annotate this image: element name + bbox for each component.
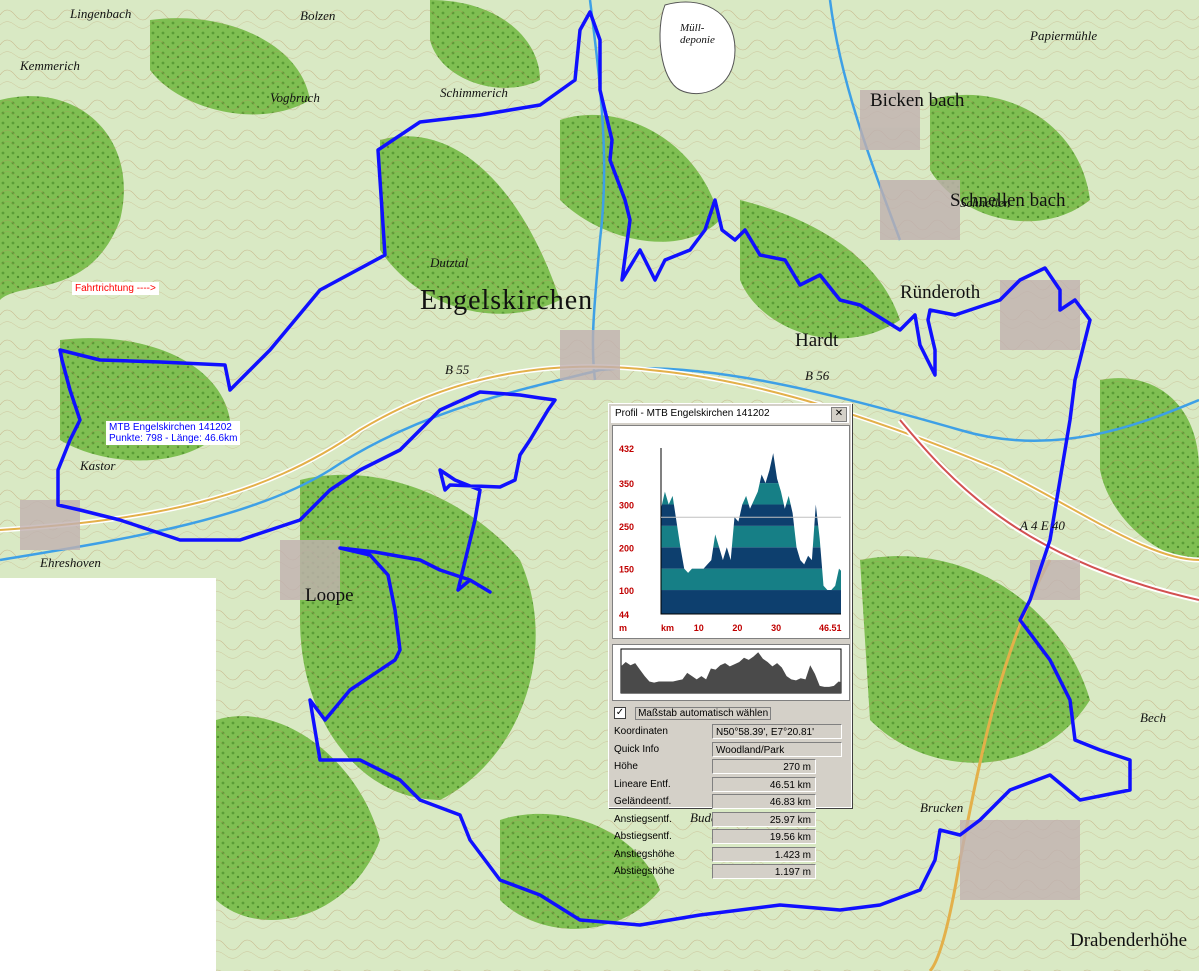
info-key: Abstiegshöhe (614, 866, 675, 877)
title-bar[interactable]: Profil - MTB Engelskirchen 141202 ✕ (611, 406, 849, 423)
info-value: 19.56 km (712, 829, 816, 844)
place-label: Dutztal (430, 255, 469, 270)
elevation-band (661, 504, 841, 526)
place-label: Kemmerich (20, 58, 80, 73)
place-label: B 55 (445, 362, 470, 377)
info-key: Höhe (614, 761, 638, 772)
info-value: 270 m (712, 759, 816, 774)
y-tick-label: 432 (619, 444, 634, 454)
info-row: Abstiegsentf. 19.56 km (612, 829, 848, 846)
overview-chart-svg (620, 648, 842, 694)
place-label: Vogbruch (270, 90, 320, 105)
overview-profile (621, 652, 841, 693)
profile-window[interactable]: Profil - MTB Engelskirchen 141202 ✕ 432 3… (608, 403, 852, 879)
y-tick-label: 150 (619, 565, 634, 575)
place-label: Müll-deponie (680, 22, 715, 46)
info-value: 1.197 m (712, 864, 816, 879)
info-key: Geländeentf. (614, 796, 672, 807)
track-info-stats: Punkte: 798 - Länge: 46.6km (109, 433, 238, 444)
place-label: A 4 E 40 (1020, 518, 1065, 533)
elevation-band (661, 568, 841, 591)
info-row: Lineare Entf. 46.51 km (612, 776, 848, 794)
info-row: Abstiegshöhe 1.197 m (612, 864, 848, 881)
x-tick-label: 30 (771, 623, 781, 633)
info-row: Geländeentf. 46.83 km (612, 794, 848, 811)
info-value: 1.423 m (712, 846, 816, 862)
info-key: Lineare Entf. (614, 778, 671, 790)
info-row: Höhe 270 m (612, 759, 848, 776)
window-title: Profil - MTB Engelskirchen 141202 (615, 408, 770, 419)
info-key: Koordinaten (614, 726, 668, 737)
place-label: Lingenbach (70, 6, 132, 21)
blank-area (0, 578, 216, 971)
y-tick-label: 300 (619, 500, 634, 510)
track-info-name: MTB Engelskirchen 141202 (109, 422, 232, 433)
info-value: 46.51 km (712, 776, 816, 792)
elevation-band (661, 547, 841, 569)
place-label: Drabenderhöhe (1070, 930, 1188, 951)
close-button[interactable]: ✕ (831, 407, 847, 422)
info-row: Koordinaten N50°58.39', E7°20.81' (612, 724, 848, 741)
elevation-chart[interactable]: 432 350 300 250 200 150 100 44 m km 10 20 30 46.51 (612, 425, 850, 639)
place-label: Engelskirchen (420, 285, 594, 316)
place-label: Papiermühle (1030, 28, 1098, 43)
info-key: Anstiegshöhe (614, 848, 675, 860)
x-unit-label: km (661, 623, 674, 633)
y-unit-label: m (619, 623, 627, 633)
x-tick-label: 10 (694, 623, 704, 633)
place-label: Ehreshoven (40, 555, 101, 570)
y-tick-label: 200 (619, 543, 634, 553)
y-tick-label: 250 (619, 522, 634, 532)
x-tick-label: 46.51 (819, 623, 842, 633)
info-key: Quick Info (614, 743, 660, 755)
info-value: N50°58.39', E7°20.81' (712, 724, 842, 739)
place-label: Loope (305, 585, 354, 606)
info-key: Anstiegsentf. (614, 813, 672, 825)
overview-chart[interactable] (612, 644, 850, 701)
elevation-chart-svg: 432 350 300 250 200 150 100 44 m km 10 20 30 46.51 (619, 444, 842, 633)
place-label: Bicken bach (870, 90, 965, 111)
info-key: Abstiegsentf. (614, 831, 672, 842)
info-row: Anstiegshöhe 1.423 m (612, 846, 848, 864)
place-label: Ründeroth (900, 282, 981, 303)
checkbox-label: Maßstab automatisch wählen (635, 707, 772, 720)
elevation-band (661, 453, 841, 484)
info-value: Woodland/Park (712, 741, 842, 757)
auto-scale-checkbox[interactable]: ✓ Maßstab automatisch wählen (614, 707, 772, 720)
place-label: B 56 (805, 368, 830, 383)
y-tick-label: 100 (619, 586, 634, 596)
place-label: Schimmerich (440, 85, 508, 100)
info-value: 46.83 km (712, 794, 816, 809)
place-label: Bolzen (300, 8, 336, 23)
track-info-label: MTB Engelskirchen 141202 Punkte: 798 - L… (106, 421, 241, 445)
info-row: Anstiegsentf. 25.97 km (612, 811, 848, 829)
direction-label: Fahrtrichtung ----> (72, 282, 159, 295)
info-row: Quick Info Woodland/Park (612, 741, 848, 759)
place-label: Hardt (795, 330, 839, 351)
elevation-band (661, 483, 841, 505)
y-tick-label: 44 (619, 610, 629, 620)
elevation-band (661, 525, 841, 548)
elevation-band (661, 590, 841, 614)
place-label: Bech (1140, 710, 1166, 725)
y-tick-label: 350 (619, 479, 634, 489)
x-tick-label: 20 (732, 623, 742, 633)
place-label: Brucken (920, 800, 964, 815)
info-value: 25.97 km (712, 811, 816, 827)
place-label: Kastor (80, 458, 116, 473)
checkbox-box[interactable]: ✓ (614, 707, 626, 720)
place-label: Schnellen (960, 195, 1011, 210)
